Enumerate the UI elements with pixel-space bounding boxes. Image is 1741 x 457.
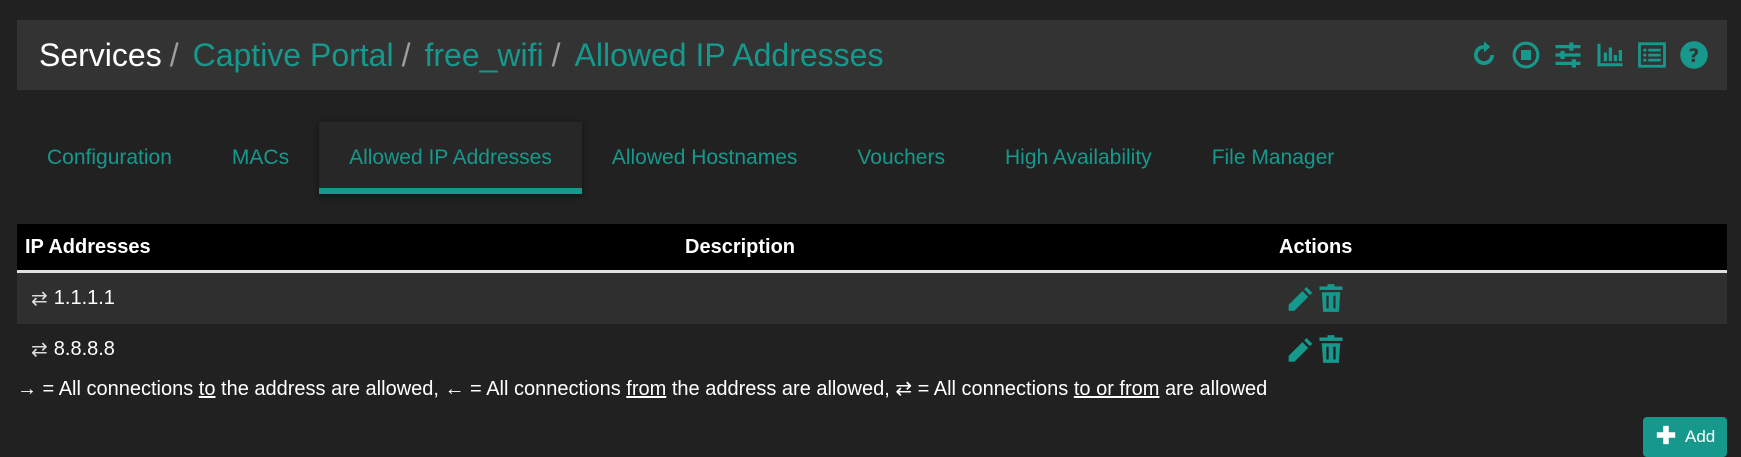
tab-bar: Configuration MACs Allowed IP Addresses … [17, 122, 1364, 194]
allowed-ip-table: IP Addresses Description Actions ⇄ 1.1.1… [17, 224, 1727, 375]
table-row: ⇄ 8.8.8.8 [17, 324, 1727, 375]
breadcrumb-captive-portal[interactable]: Captive Portal [193, 37, 394, 74]
stop-circle-icon[interactable] [1511, 40, 1541, 70]
edit-pencil-icon[interactable] [1285, 334, 1313, 364]
tab-allowed-hostnames[interactable]: Allowed Hostnames [582, 122, 828, 194]
tab-file-manager[interactable]: File Manager [1182, 122, 1365, 194]
table-header: IP Addresses Description Actions [17, 224, 1727, 273]
breadcrumb: Services / Captive Portal / free_wifi / … [39, 37, 883, 74]
arrow-right-icon: → [17, 378, 37, 400]
legend-text: the address are allowed, [666, 378, 896, 400]
sliders-icon[interactable] [1553, 40, 1583, 70]
add-button-label: Add [1685, 427, 1716, 446]
plus-icon [1655, 424, 1677, 451]
tab-vouchers[interactable]: Vouchers [827, 122, 975, 194]
legend-emphasis: to [198, 378, 216, 400]
breadcrumb-separator: / [401, 36, 411, 73]
breadcrumb-allowed-ips[interactable]: Allowed IP Addresses [575, 37, 884, 74]
help-icon[interactable]: ? [1679, 40, 1709, 70]
column-header-actions: Actions [1279, 235, 1353, 258]
tab-high-availability[interactable]: High Availability [975, 122, 1182, 194]
bidirectional-icon: ⇄ [31, 288, 48, 310]
legend-text: = All connections [464, 378, 627, 400]
delete-trash-icon[interactable] [1317, 283, 1345, 313]
row-actions [1285, 334, 1345, 364]
legend-emphasis: from [626, 378, 667, 400]
legend-text: = All connections [912, 378, 1074, 400]
breadcrumb-services: Services [39, 36, 162, 73]
ip-cell: ⇄ 8.8.8.8 [31, 337, 115, 362]
bidirectional-icon: ⇄ [895, 378, 913, 400]
row-actions [1285, 283, 1345, 313]
legend-text: the address are allowed, [215, 378, 445, 400]
breadcrumb-separator: / [551, 36, 561, 73]
page-header: Services / Captive Portal / free_wifi / … [17, 20, 1727, 90]
ip-address: 8.8.8.8 [53, 338, 115, 360]
list-icon[interactable] [1637, 40, 1667, 70]
edit-pencil-icon[interactable] [1285, 283, 1313, 313]
tab-allowed-ip-addresses[interactable]: Allowed IP Addresses [319, 122, 582, 194]
add-button[interactable]: Add [1643, 417, 1727, 457]
legend-emphasis: to or from [1073, 378, 1160, 400]
arrow-left-icon: ← [444, 378, 465, 400]
table-row: ⇄ 1.1.1.1 [17, 273, 1727, 324]
column-header-ip[interactable]: IP Addresses [25, 236, 151, 259]
bar-chart-icon[interactable] [1595, 40, 1625, 70]
breadcrumb-zone[interactable]: free_wifi [424, 37, 543, 74]
ip-address: 1.1.1.1 [53, 287, 115, 309]
legend-text: are allowed [1159, 378, 1268, 400]
ip-cell: ⇄ 1.1.1.1 [31, 286, 115, 311]
delete-trash-icon[interactable] [1317, 334, 1345, 364]
breadcrumb-separator: / [169, 36, 179, 73]
tab-macs[interactable]: MACs [202, 122, 319, 194]
tab-configuration[interactable]: Configuration [17, 122, 202, 194]
column-header-description[interactable]: Description [685, 236, 795, 259]
direction-legend: → = All connections to the address are a… [17, 376, 1267, 401]
header-toolbar: ? [1469, 20, 1709, 90]
bidirectional-icon: ⇄ [31, 339, 48, 361]
legend-text: = All connections [37, 378, 199, 400]
reload-icon[interactable] [1469, 40, 1499, 70]
svg-text:?: ? [1689, 46, 1700, 67]
